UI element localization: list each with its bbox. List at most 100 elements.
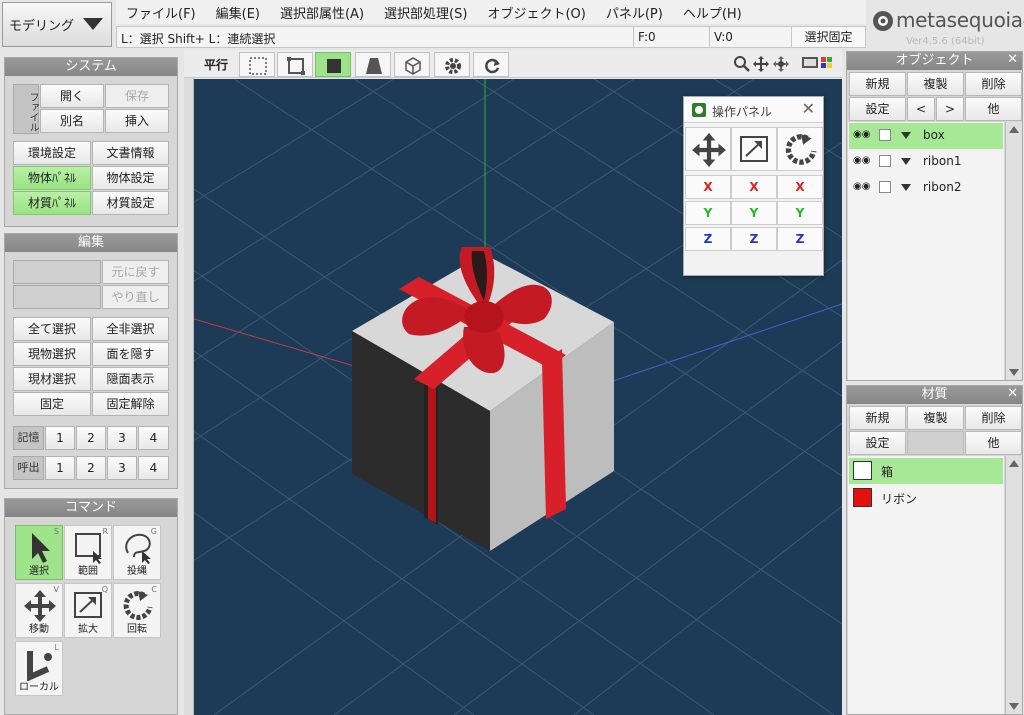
chevron-down-icon[interactable] <box>901 132 911 139</box>
lasso-tool[interactable]: G 投縄 <box>113 525 161 580</box>
hidden-face-toggle[interactable] <box>355 52 391 77</box>
new-material-button[interactable]: 新規 <box>849 406 906 430</box>
mode-dropdown[interactable]: モデリング <box>2 2 112 47</box>
left-scrollbar[interactable] <box>184 50 194 715</box>
material-other-button[interactable]: 他 <box>965 431 1022 455</box>
memory-slot-2[interactable]: 2 <box>76 426 106 450</box>
unlock-button[interactable]: 固定解除 <box>92 392 169 416</box>
menu-selection-process[interactable]: 選択部処理(S) <box>374 3 477 22</box>
object-row-ribon2[interactable]: ◉◉ ribon2 <box>849 175 1003 201</box>
op-rotate-x[interactable]: X <box>777 175 823 199</box>
new-object-button[interactable]: 新規 <box>849 72 906 96</box>
menu-edit[interactable]: 編集(E) <box>206 3 270 22</box>
close-icon[interactable]: ✕ <box>1007 52 1018 67</box>
select-current-material-button[interactable]: 現材選択 <box>13 367 91 391</box>
close-icon[interactable]: ✕ <box>802 99 815 118</box>
material-panel-toggle[interactable]: 材質ﾊﾟﾈﾙ <box>13 191 91 215</box>
menu-panel[interactable]: パネル(P) <box>596 3 673 22</box>
material-settings-button[interactable]: 設定 <box>849 431 906 455</box>
op-rotate-z[interactable]: Z <box>777 227 823 251</box>
lock-checkbox[interactable] <box>879 129 891 141</box>
wire-view-toggle[interactable] <box>277 52 313 77</box>
projection-toggle[interactable]: 平行 <box>204 56 228 73</box>
object-other-button[interactable]: 他 <box>965 97 1022 121</box>
object-settings-button[interactable]: 物体設定 <box>92 166 169 190</box>
op-move-y[interactable]: Y <box>685 201 731 225</box>
object-panel-toggle[interactable]: 物体ﾊﾟﾈﾙ <box>13 166 91 190</box>
menu-object[interactable]: オブジェクト(O) <box>477 3 595 22</box>
menu-help[interactable]: ヘルプ(H) <box>673 3 752 22</box>
object-settings-button[interactable]: 設定 <box>849 97 906 121</box>
recall-slot-2[interactable]: 2 <box>76 456 106 480</box>
visibility-eyes-icon[interactable]: ◉◉ <box>853 155 870 166</box>
lock-checkbox[interactable] <box>879 155 891 167</box>
op-rotate-y[interactable]: Y <box>777 201 823 225</box>
lock-selection-button[interactable]: 選択固定 <box>791 27 865 47</box>
op-move-z[interactable]: Z <box>685 227 731 251</box>
material-row-ribbon[interactable]: リボン <box>849 485 1003 511</box>
object-list-scrollbar[interactable] <box>1005 122 1022 380</box>
duplicate-object-button[interactable]: 複製 <box>907 72 964 96</box>
duplicate-material-button[interactable]: 複製 <box>907 406 964 430</box>
display-layout-icon[interactable] <box>801 56 839 70</box>
menu-file[interactable]: ファイル(F) <box>116 3 206 22</box>
chevron-down-icon[interactable] <box>901 158 911 165</box>
box-view-toggle[interactable] <box>394 52 430 77</box>
refresh-button[interactable] <box>473 52 509 77</box>
orbit-icon[interactable] <box>772 55 790 73</box>
delete-material-button[interactable]: 削除 <box>965 406 1022 430</box>
rotate-tool[interactable]: C 回転 <box>113 583 161 638</box>
prev-object-button[interactable]: < <box>907 97 935 121</box>
memory-slot-3[interactable]: 3 <box>107 426 137 450</box>
material-list-scrollbar[interactable] <box>1005 456 1022 714</box>
op-scale-z[interactable]: Z <box>731 227 777 251</box>
show-hidden-button[interactable]: 隠面表示 <box>92 367 169 391</box>
select-all-button[interactable]: 全て選択 <box>13 317 91 341</box>
material-row-box[interactable]: 箱 <box>849 458 1003 484</box>
local-tool[interactable]: L ローカル <box>15 641 63 696</box>
recall-slot-4[interactable]: 4 <box>138 456 169 480</box>
range-tool[interactable]: R 範囲 <box>64 525 112 580</box>
lock-button[interactable]: 固定 <box>13 392 91 416</box>
hide-face-button[interactable]: 面を隠す <box>92 342 169 366</box>
insert-button[interactable]: 挿入 <box>105 109 169 133</box>
visibility-eyes-icon[interactable]: ◉◉ <box>853 129 870 140</box>
scale-tool[interactable]: Q 拡大 <box>64 583 112 638</box>
settings-button[interactable] <box>434 52 470 77</box>
face-view-toggle[interactable] <box>315 52 351 77</box>
undo-button[interactable]: 元に戻す <box>102 260 169 284</box>
save-button[interactable]: 保存 <box>105 84 169 108</box>
pan-icon[interactable] <box>752 55 770 73</box>
save-as-button[interactable]: 別名 <box>40 109 104 133</box>
deselect-all-button[interactable]: 全非選択 <box>92 317 169 341</box>
close-icon[interactable]: ✕ <box>1007 386 1018 401</box>
zoom-icon[interactable] <box>733 55 751 73</box>
operation-panel-header[interactable]: 操作パネル ✕ <box>684 97 823 123</box>
op-scale-y[interactable]: Y <box>731 201 777 225</box>
select-current-object-button[interactable]: 現物選択 <box>13 342 91 366</box>
op-rotate-mode[interactable] <box>777 127 823 171</box>
vertex-view-toggle[interactable] <box>239 52 275 77</box>
env-settings-button[interactable]: 環境設定 <box>13 141 91 165</box>
material-settings-button[interactable]: 材質設定 <box>92 191 169 215</box>
recall-slot-3[interactable]: 3 <box>107 456 137 480</box>
visibility-eyes-icon[interactable]: ◉◉ <box>853 181 870 192</box>
select-tool[interactable]: S 選択 <box>15 525 63 580</box>
doc-info-button[interactable]: 文書情報 <box>92 141 169 165</box>
op-scale-x[interactable]: X <box>731 175 777 199</box>
redo-button[interactable]: やり直し <box>102 285 169 309</box>
chevron-down-icon[interactable] <box>901 184 911 191</box>
delete-object-button[interactable]: 削除 <box>965 72 1022 96</box>
lock-checkbox[interactable] <box>879 181 891 193</box>
move-tool[interactable]: V 移動 <box>15 583 63 638</box>
menu-selection-attr[interactable]: 選択部属性(A) <box>270 3 374 22</box>
object-row-ribon1[interactable]: ◉◉ ribon1 <box>849 149 1003 175</box>
open-button[interactable]: 開く <box>40 84 104 108</box>
next-object-button[interactable]: > <box>936 97 964 121</box>
op-scale-mode[interactable] <box>731 127 777 171</box>
recall-slot-1[interactable]: 1 <box>45 456 75 480</box>
op-move-x[interactable]: X <box>685 175 731 199</box>
memory-slot-4[interactable]: 4 <box>138 426 169 450</box>
memory-slot-1[interactable]: 1 <box>45 426 75 450</box>
op-move-mode[interactable] <box>685 127 731 171</box>
